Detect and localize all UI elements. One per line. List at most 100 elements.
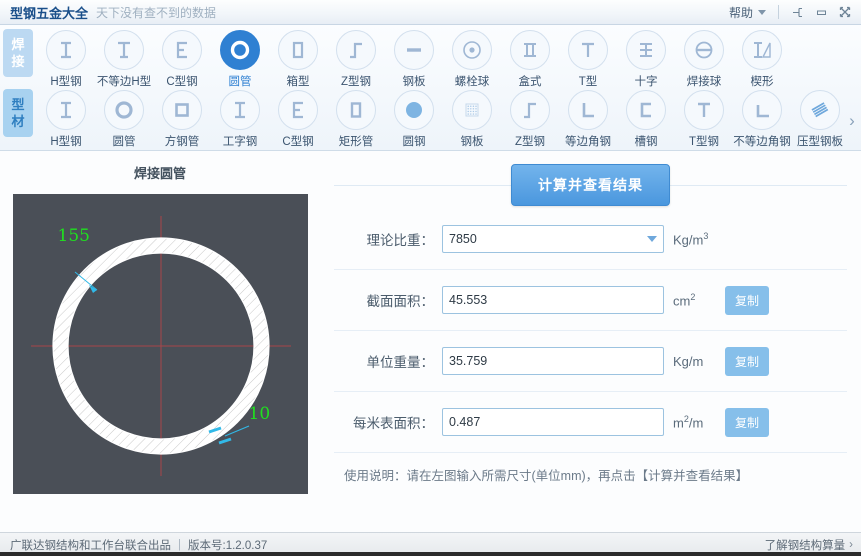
toolbar-item-unequal-h-beam[interactable]: 不等边H型: [95, 25, 153, 89]
toolbar-item-round-pipe[interactable]: 圆管: [211, 25, 269, 89]
help-menu-button[interactable]: 帮助: [723, 4, 772, 21]
toolbar-item-profiled-plate[interactable]: 压型钢板: [791, 85, 843, 149]
toolbar-item-label: 方钢管: [164, 136, 200, 148]
category-tab-profiles-line2: 材: [11, 114, 25, 129]
toolbar-item-z-section-profile[interactable]: Z型钢: [501, 85, 559, 149]
equal-angle-icon: [568, 90, 608, 130]
bolt-ball-icon: [452, 30, 492, 70]
rect-tube-icon: [336, 90, 376, 130]
toolbar-item-label: 等边角钢: [565, 136, 611, 148]
chevron-right-icon[interactable]: ›: [849, 539, 853, 551]
field-unit: cm2: [673, 292, 717, 308]
cassette-icon: [510, 30, 550, 70]
category-toolbars: 焊 接 H型钢 不等边H型 C型钢 圆管 箱型 Z型钢 钢板 螺栓球 盒式 T型…: [0, 25, 861, 151]
toolbar-scroll-next-button[interactable]: ›: [843, 111, 861, 131]
toolbar-item-rect-tube[interactable]: 矩形管: [327, 85, 385, 149]
toolbar-item-label: 槽钢: [634, 136, 658, 148]
chevron-down-icon[interactable]: [647, 236, 657, 242]
pin-icon: [791, 6, 804, 19]
toolbar-item-channel[interactable]: 槽钢: [617, 85, 675, 149]
copy-button-surface-area[interactable]: 复制: [725, 407, 770, 437]
category-tab-profiles[interactable]: 型 材: [3, 89, 33, 137]
steel-plate-hatch-icon: [452, 90, 492, 130]
pin-button[interactable]: [785, 2, 809, 22]
toolbar-item-welded-ball[interactable]: 焊接球: [675, 25, 733, 89]
toolbar-item-steel-plate[interactable]: 钢板: [385, 25, 443, 89]
minimize-icon: [815, 6, 828, 19]
diagram-pane: 焊接圆管 155 10: [0, 151, 320, 532]
toolbar-item-steel-plate-profile[interactable]: 钢板: [443, 85, 501, 149]
toolbar-item-unequal-angle[interactable]: 不等边角钢: [733, 85, 791, 149]
round-pipe-icon: [104, 90, 144, 130]
copy-button-section-area[interactable]: 复制: [725, 285, 770, 315]
toolbar-item-round-bar[interactable]: 圆钢: [385, 85, 443, 149]
field-unit-text: cm: [673, 293, 691, 309]
t-steel-icon: [684, 90, 724, 130]
field-unit: Kg/m3: [673, 231, 717, 247]
toolbar-item-round-pipe-profile[interactable]: 圆管: [95, 85, 153, 149]
toolbar-item-h-beam[interactable]: H型钢: [37, 25, 95, 89]
chevron-right-icon: ›: [849, 110, 855, 130]
field-unit: Kg/m: [673, 354, 717, 369]
toolbar-item-c-channel[interactable]: C型钢: [153, 25, 211, 89]
toolbar-item-square-tube[interactable]: 方钢管: [153, 85, 211, 149]
specific-gravity-select[interactable]: 7850: [442, 225, 664, 253]
wall-thickness-label[interactable]: 10: [249, 404, 271, 424]
minimize-button[interactable]: [809, 2, 833, 22]
h-beam-icon: [46, 30, 86, 70]
toolbar-item-cassette[interactable]: 盒式: [501, 25, 559, 89]
field-unit-text: Kg/m: [673, 232, 704, 248]
toolbar-item-t-steel[interactable]: T型钢: [675, 85, 733, 149]
surface-area-input[interactable]: 0.487: [442, 408, 664, 436]
copy-button-unit-weight[interactable]: 复制: [725, 346, 770, 376]
round-pipe-icon: [220, 30, 260, 70]
title-bar: 型钢五金大全 天下没有查不到的数据 帮助: [0, 0, 861, 25]
field-row-section-area: 截面面积： 45.553 cm2 复制: [334, 270, 847, 331]
field-unit: m2/m: [673, 414, 717, 430]
toolbar-item-wedge[interactable]: 楔形: [733, 25, 791, 89]
steel-plate-icon: [394, 30, 434, 70]
calculate-row: 计算并查看结果: [334, 161, 847, 209]
wedge-icon: [742, 30, 782, 70]
toolbar-item-equal-angle[interactable]: 等边角钢: [559, 85, 617, 149]
toolbar-item-t-section[interactable]: T型: [559, 25, 617, 89]
learn-more-link[interactable]: 了解钢结构算量: [765, 537, 846, 553]
profiled-plate-icon: [800, 90, 840, 130]
toolbar-item-label: 不等边角钢: [733, 136, 791, 148]
channel-icon: [626, 90, 666, 130]
toolbar-item-bolt-ball[interactable]: 螺栓球: [443, 25, 501, 89]
toolbar-item-z-section[interactable]: Z型钢: [327, 25, 385, 89]
outer-diameter-label[interactable]: 155: [58, 226, 90, 246]
field-unit-prefix: m: [673, 415, 684, 431]
diagram-title: 焊接圆管: [133, 166, 186, 181]
toolbar-item-label: 钢板: [460, 136, 484, 148]
toolbar-item-c-channel-profile[interactable]: C型钢: [269, 85, 327, 149]
application-window: 型钢五金大全 天下没有查不到的数据 帮助 焊 接 H型钢 不等边H型 C型钢 圆…: [0, 0, 861, 556]
cad-canvas[interactable]: 155 10: [12, 194, 308, 494]
unequal-angle-icon: [742, 90, 782, 130]
toolbar-item-cross-section[interactable]: 十字: [617, 25, 675, 89]
square-tube-icon: [162, 90, 202, 130]
toolbar-item-i-beam[interactable]: 工字钢: [211, 85, 269, 149]
field-row-unit-weight: 单位重量： 35.759 Kg/m 复制: [334, 331, 847, 392]
toolbar-item-label: 工字钢: [222, 136, 258, 148]
cross-section-icon: [626, 30, 666, 70]
section-area-input[interactable]: 45.553: [442, 286, 664, 314]
i-beam-icon: [220, 90, 260, 130]
toolbar-item-label: H型钢: [50, 136, 82, 148]
round-bar-icon: [394, 90, 434, 130]
close-button[interactable]: [833, 2, 857, 22]
field-row-specific-gravity: 理论比重： 7850 Kg/m3: [334, 209, 847, 270]
toolbar-item-box-section[interactable]: 箱型: [269, 25, 327, 89]
field-row-surface-area-per-meter: 每米表面积： 0.487 m2/m 复制: [334, 392, 847, 453]
producer-text: 广联达钢结构和工作台联合出品: [10, 539, 171, 552]
category-tab-welding[interactable]: 焊 接: [3, 29, 33, 77]
category-tab-welding-line1: 焊: [11, 37, 25, 52]
usage-hint: 使用说明：请在左图输入所需尺寸(单位mm)，再点击【计算并查看结果】: [344, 469, 749, 483]
toolbar-item-h-beam-profile[interactable]: H型钢: [37, 85, 95, 149]
c-channel-icon: [162, 30, 202, 70]
unit-weight-input[interactable]: 35.759: [442, 347, 664, 375]
toolbar-item-label: 圆钢: [402, 136, 426, 148]
calculate-button[interactable]: 计算并查看结果: [511, 164, 670, 206]
version-text: 版本号:1.2.0.37: [188, 539, 268, 552]
